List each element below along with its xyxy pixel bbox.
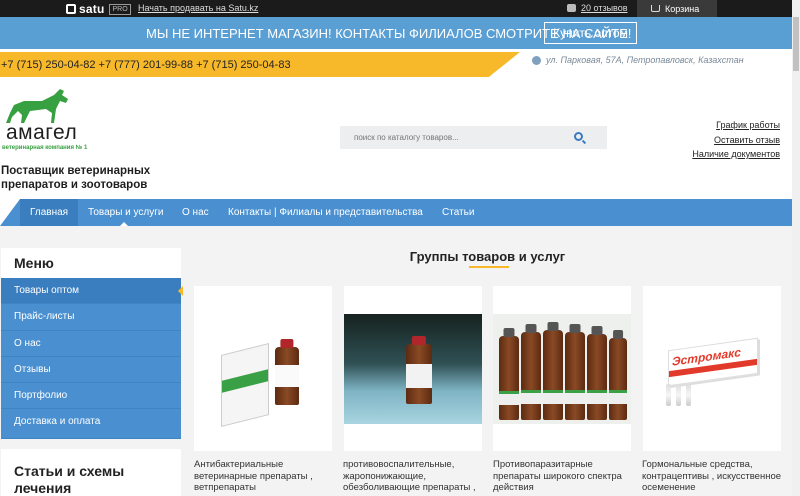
- buy-wholesale-button[interactable]: Купить оптом: [544, 22, 637, 44]
- sidebar-item-portfolio[interactable]: Портфолио: [1, 383, 181, 410]
- cart-label: Корзина: [665, 3, 700, 14]
- satu-logo[interactable]: satu PRO: [66, 2, 131, 16]
- nav-home[interactable]: Главная: [20, 199, 79, 226]
- product-caption[interactable]: Противопаразитарные препараты широкого с…: [493, 459, 643, 494]
- product-image: [493, 286, 631, 451]
- search-input[interactable]: [340, 126, 570, 149]
- address-text: ул. Парковая, 57А, Петропавловск, Казахс…: [546, 55, 744, 65]
- address: ул. Парковая, 57А, Петропавловск, Казахс…: [532, 55, 744, 65]
- sidebar-item-wholesale[interactable]: Товары оптом: [1, 278, 181, 305]
- active-item-marker: [178, 286, 183, 296]
- horse-icon: [6, 89, 68, 123]
- search-box: [340, 126, 607, 149]
- documents-link[interactable]: Наличие документов: [692, 147, 780, 162]
- reviews-count: 20 отзывов: [581, 3, 628, 13]
- sidebar-item-reviews[interactable]: Отзывы: [1, 356, 181, 384]
- product-image: [344, 286, 482, 451]
- product-card-antibacterial[interactable]: [194, 286, 332, 451]
- pro-badge: PRO: [109, 3, 131, 15]
- product-card-antiparasitic[interactable]: [493, 286, 631, 451]
- brand-subtitle: ветеринарная компания № 1: [2, 145, 88, 151]
- product-image: [194, 286, 332, 451]
- comment-icon: [567, 4, 576, 12]
- quick-links: График работы Оставить отзыв Наличие док…: [692, 118, 780, 162]
- sidebar-item-price-lists[interactable]: Прайс-листы: [1, 304, 181, 331]
- top-bar: satu PRO Начать продавать на Satu.kz 20 …: [0, 0, 800, 17]
- nav-corner: [0, 199, 20, 226]
- product-caption[interactable]: Антибактериальные ветеринарные препараты…: [194, 459, 344, 494]
- cart-icon: [651, 5, 660, 12]
- start-selling-link[interactable]: Начать продавать на Satu.kz: [138, 3, 258, 13]
- articles-title: Статьи и схемы лечения: [1, 449, 181, 496]
- section-title-underline: [469, 266, 509, 268]
- sidebar-item-delivery[interactable]: Доставка и оплата: [1, 409, 181, 440]
- tagline: Поставщик ветеринарных препаратов и зоот…: [1, 165, 151, 191]
- sidebar-title: Меню: [14, 255, 54, 271]
- scrollbar-thumb[interactable]: [793, 17, 799, 71]
- notice-banner: МЫ НЕ ИНТЕРНЕТ МАГАЗИН! КОНТАКТЫ ФИЛИАЛО…: [0, 17, 800, 49]
- product-card-hormonal[interactable]: Эстромакс: [643, 286, 781, 451]
- main-nav: Главная Товары и услуги О нас Контакты |…: [0, 199, 792, 226]
- product-image: Эстромакс: [643, 286, 781, 451]
- nav-contacts[interactable]: Контакты | Филиалы и представительства: [218, 199, 433, 226]
- reviews-link[interactable]: 20 отзывов: [567, 3, 628, 13]
- cart-button[interactable]: Корзина: [637, 0, 717, 17]
- phone-strip: +7 (715) 250-04-82 +7 (777) 201-99-88 +7…: [0, 52, 520, 77]
- satu-logo-text: satu: [79, 2, 105, 16]
- sidebar-menu: Меню Товары оптом Прайс-листы О нас Отзы…: [1, 248, 181, 440]
- nav-about[interactable]: О нас: [172, 199, 219, 226]
- company-logo[interactable]: амагел ветеринарная компания № 1: [2, 85, 102, 151]
- product-caption[interactable]: Гормональные средства, контрацептивы , и…: [642, 459, 792, 494]
- brand-name: амагел: [6, 121, 78, 144]
- sidebar-item-about[interactable]: О нас: [1, 330, 181, 357]
- leave-review-link[interactable]: Оставить отзыв: [692, 133, 780, 148]
- section-title: Группы товаров и услуг: [409, 249, 566, 264]
- location-icon: [532, 55, 541, 65]
- search-icon[interactable]: [574, 132, 583, 141]
- nav-articles[interactable]: Статьи: [432, 199, 484, 226]
- product-caption[interactable]: противовоспалительные, жаропонижающие, о…: [343, 459, 493, 494]
- page-scrollbar[interactable]: [792, 0, 800, 496]
- phone-numbers[interactable]: +7 (715) 250-04-82 +7 (777) 201-99-88 +7…: [1, 59, 291, 71]
- work-schedule-link[interactable]: График работы: [692, 118, 780, 133]
- satu-logo-icon: [66, 4, 76, 14]
- product-card-anti-inflammatory[interactable]: [344, 286, 482, 451]
